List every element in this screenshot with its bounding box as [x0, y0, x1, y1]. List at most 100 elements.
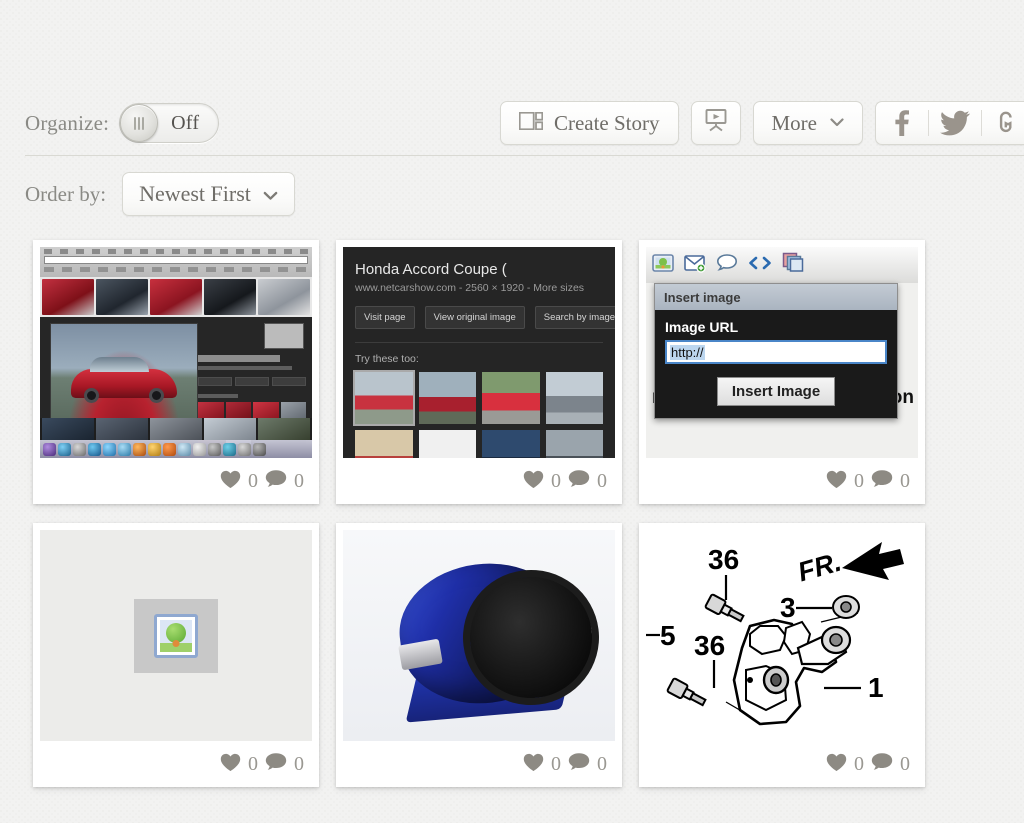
- view-original-image-button[interactable]: View original image: [424, 306, 525, 329]
- toolbar-divider: [25, 155, 1024, 156]
- comment-stat[interactable]: 0: [265, 752, 304, 776]
- heart-icon: [220, 470, 241, 493]
- screenshot-image-detail: Honda Accord Coupe ( www.netcarshow.com …: [343, 247, 615, 458]
- card-footer: 0 0: [343, 458, 615, 504]
- comment-count: 0: [597, 752, 607, 775]
- image-detail-area: [40, 317, 312, 444]
- presentation-screen-icon: [703, 107, 729, 139]
- detail-sidebar: [198, 355, 306, 444]
- copy-icon[interactable]: [782, 252, 806, 279]
- image-url-input[interactable]: http://: [665, 340, 887, 364]
- fuel-pump-bracket-thumbnail[interactable]: [343, 530, 615, 741]
- related-thumb[interactable]: [482, 430, 540, 458]
- like-stat[interactable]: 0: [826, 753, 864, 776]
- image-url-label: Image URL: [665, 319, 739, 335]
- photo-card[interactable]: 0 0: [33, 240, 319, 504]
- related-thumb[interactable]: [418, 430, 476, 458]
- like-count: 0: [551, 752, 561, 775]
- diagram-drawing: [646, 542, 904, 726]
- comment-count: 0: [294, 752, 304, 775]
- result-thumbnail-strip: [40, 277, 312, 317]
- screenshot-insert-dialog: re on Insert image Image URL http:// Ins…: [646, 247, 918, 458]
- diagram-label-36-bottom: 36: [694, 630, 726, 661]
- insert-image-submit-button[interactable]: Insert Image: [716, 377, 836, 406]
- comment-icon[interactable]: [716, 253, 738, 278]
- heart-icon: [826, 470, 847, 493]
- like-count: 0: [854, 469, 864, 492]
- editor-toolbar: [646, 247, 918, 283]
- like-stat[interactable]: 0: [523, 470, 561, 493]
- photo-card[interactable]: re on Insert image Image URL http:// Ins…: [639, 240, 925, 504]
- related-thumb[interactable]: [353, 370, 415, 426]
- card-footer: 0 0: [40, 458, 312, 504]
- dialog-title: Insert image: [655, 284, 897, 310]
- order-by-label: Order by:: [25, 181, 107, 206]
- diagram-label-36-top: 36: [708, 544, 740, 575]
- search-by-image-button[interactable]: Search by image: [534, 306, 615, 329]
- related-thumb[interactable]: [482, 372, 540, 424]
- slideshow-button[interactable]: [690, 101, 741, 145]
- parts-diagram: 36 5 36 3 1 FR.: [646, 530, 918, 741]
- create-story-button[interactable]: Create Story: [499, 101, 679, 145]
- code-icon[interactable]: [748, 253, 772, 278]
- like-stat[interactable]: 0: [826, 470, 864, 493]
- like-stat[interactable]: 0: [220, 753, 258, 776]
- bookmarks-bar: [44, 267, 308, 272]
- photo-card[interactable]: 36 5 36 3 1 FR. 0 0: [639, 523, 925, 787]
- dialog-body: Image URL http:// Insert Image: [655, 310, 897, 418]
- related-thumb[interactable]: [355, 430, 413, 458]
- red-coupe: [71, 356, 177, 404]
- thumbnail-overlay: [264, 323, 304, 349]
- like-stat[interactable]: 0: [523, 753, 561, 776]
- missing-image-thumbnail[interactable]: [40, 530, 312, 741]
- more-button[interactable]: More: [752, 101, 863, 145]
- photo-card[interactable]: 0 0: [33, 523, 319, 787]
- comment-icon: [568, 752, 590, 776]
- third-share-button[interactable]: [982, 102, 1024, 144]
- facebook-share-button[interactable]: [876, 102, 928, 144]
- detail-divider: [355, 342, 603, 343]
- comment-stat[interactable]: 0: [265, 469, 304, 493]
- parts-diagram-thumbnail[interactable]: 36 5 36 3 1 FR.: [646, 530, 918, 741]
- comment-stat[interactable]: 0: [568, 752, 607, 776]
- organize-toggle[interactable]: Off: [119, 103, 220, 143]
- try-these-label: Try these too:: [355, 353, 419, 365]
- comment-stat[interactable]: 0: [871, 752, 910, 776]
- email-icon[interactable]: [684, 253, 706, 278]
- comment-count: 0: [900, 752, 910, 775]
- related-thumb[interactable]: [545, 430, 603, 458]
- photo-grid: 0 0 Honda Accord Coupe ( www.netcarshow.…: [33, 240, 925, 787]
- menu-bar: [44, 249, 308, 254]
- collage-layout-icon: [518, 111, 544, 136]
- grip-line: [142, 116, 144, 130]
- placeholder-box: [134, 598, 218, 673]
- like-stat[interactable]: 0: [220, 470, 258, 493]
- like-count: 0: [248, 469, 258, 492]
- card-footer: 0 0: [646, 458, 918, 504]
- twitter-share-button[interactable]: [929, 102, 981, 144]
- related-thumb[interactable]: [418, 372, 476, 424]
- bottom-thumbnail-strip: [40, 418, 312, 440]
- grip-line: [134, 116, 136, 130]
- photo-card[interactable]: Honda Accord Coupe ( www.netcarshow.com …: [336, 240, 622, 504]
- comment-icon: [568, 469, 590, 493]
- google-image-search-thumbnail[interactable]: [40, 247, 312, 458]
- dialog-actions: Insert Image: [665, 377, 887, 406]
- image-title: Honda Accord Coupe (: [355, 261, 507, 278]
- toggle-knob[interactable]: [120, 104, 159, 142]
- comment-stat[interactable]: 0: [871, 469, 910, 493]
- order-by-value: Newest First: [139, 181, 251, 206]
- heart-icon: [523, 753, 544, 776]
- comment-count: 0: [294, 469, 304, 492]
- google-image-detail-thumbnail[interactable]: Honda Accord Coupe ( www.netcarshow.com …: [343, 247, 615, 458]
- insert-image-dialog: Insert image Image URL http:// Insert Im…: [654, 283, 898, 419]
- image-icon[interactable]: [652, 253, 674, 278]
- insert-image-dialog-thumbnail[interactable]: re on Insert image Image URL http:// Ins…: [646, 247, 918, 458]
- card-footer: 0 0: [343, 741, 615, 787]
- comment-stat[interactable]: 0: [568, 469, 607, 493]
- visit-page-button[interactable]: Visit page: [355, 306, 415, 329]
- related-thumb[interactable]: [545, 372, 603, 424]
- photo-card[interactable]: 0 0: [336, 523, 622, 787]
- comment-icon: [871, 752, 893, 776]
- order-by-select[interactable]: Newest First: [122, 172, 295, 216]
